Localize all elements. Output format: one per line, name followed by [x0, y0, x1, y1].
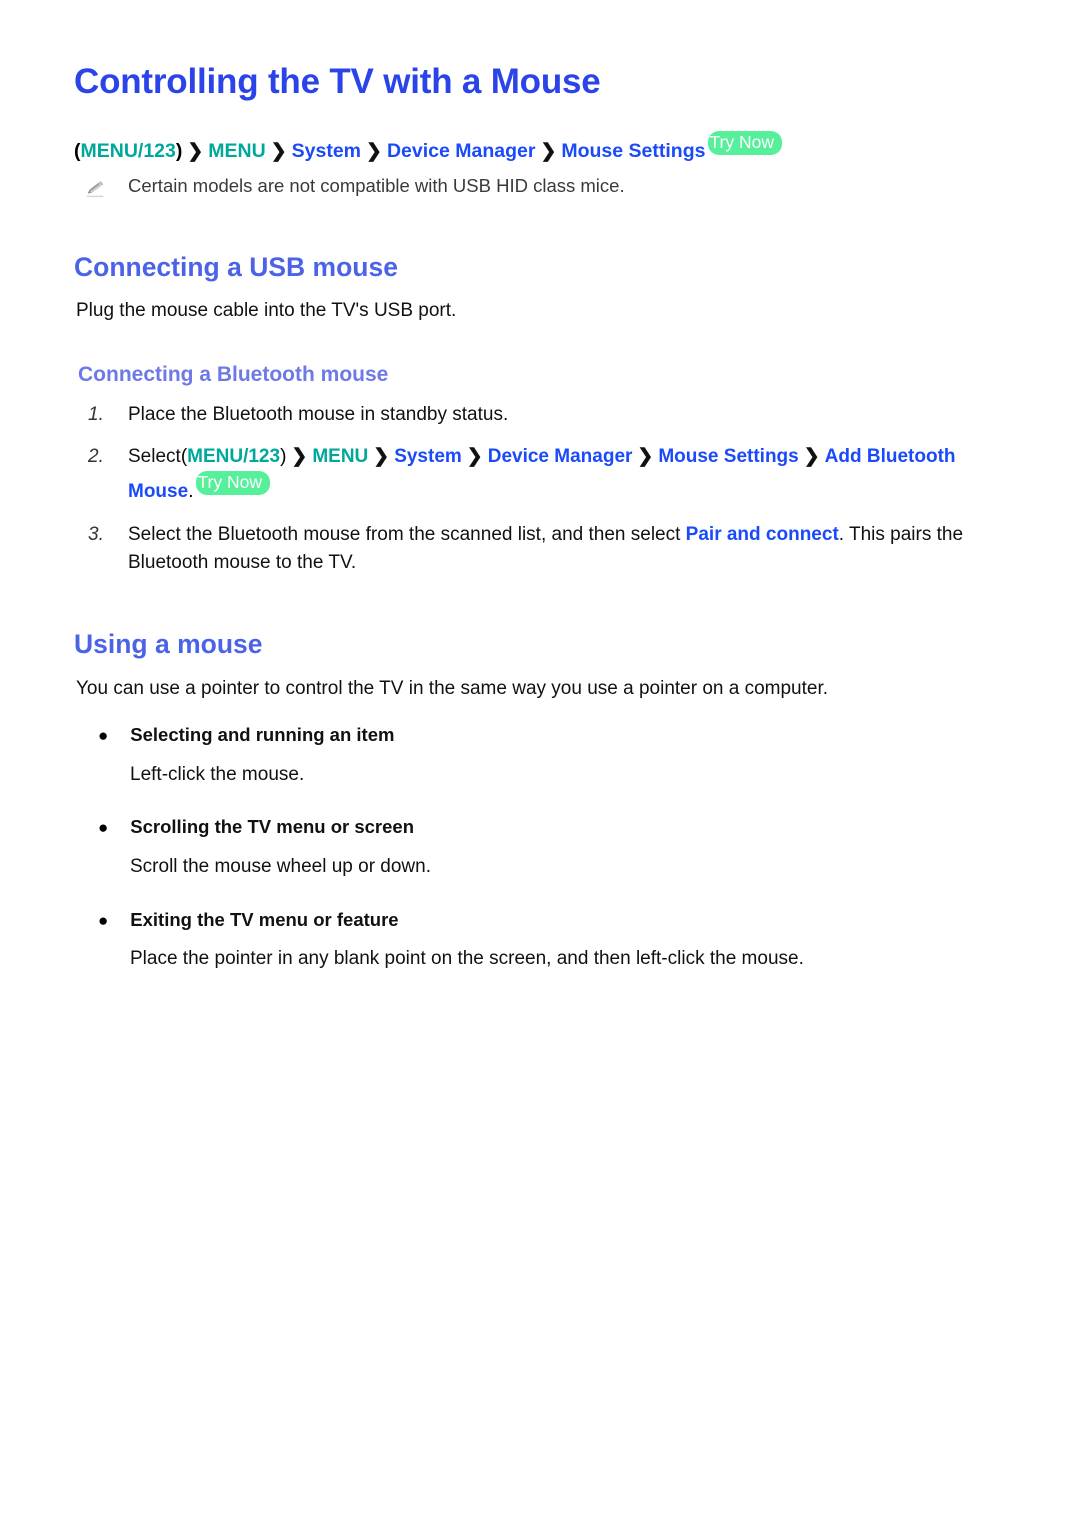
breadcrumb-item-menu123[interactable]: MENU/123 [81, 140, 176, 162]
list-item: ● Scrolling the TV menu or screen Scroll… [74, 813, 1008, 881]
step-number: 1. [88, 404, 104, 426]
breadcrumb-separator-icon: ❯ [187, 141, 204, 163]
try-now-badge[interactable]: Try Now [708, 131, 782, 156]
breadcrumb-item-mouse-settings[interactable]: Mouse Settings [561, 140, 705, 162]
step2-item-menu[interactable]: MENU [312, 446, 368, 467]
link-pair-and-connect[interactable]: Pair and connect [686, 524, 839, 545]
step2-item-menu123[interactable]: MENU/123 [187, 446, 280, 467]
breadcrumb-separator-icon: ❯ [291, 446, 308, 468]
list-item: ● Exiting the TV menu or feature Place t… [74, 906, 1008, 974]
breadcrumb-separator-icon: ❯ [270, 141, 287, 163]
heading-using-a-mouse: Using a mouse [74, 628, 263, 659]
bluetooth-steps-list: 1. Place the Bluetooth mouse in standby … [74, 401, 1008, 577]
bullet-title: Exiting the TV menu or feature [130, 908, 399, 930]
step-item: 2. Select(MENU/123) ❯ MENU ❯ System ❯ Device M… [84, 443, 1008, 506]
list-item: ● Selecting and running an item Left-cli… [74, 721, 1008, 789]
breadcrumb-separator-icon: ❯ [373, 446, 390, 468]
try-now-badge[interactable]: Try Now [196, 471, 270, 496]
heading-connecting-bluetooth-mouse: Connecting a Bluetooth mouse [78, 362, 389, 386]
document-page: Controlling the TV with a Mouse (MENU/12… [0, 0, 1080, 1527]
step-item: 1. Place the Bluetooth mouse in standby … [84, 401, 1008, 429]
breadcrumb-item-system[interactable]: System [292, 140, 361, 162]
bullet-title: Scrolling the TV menu or screen [130, 816, 415, 838]
note-text: Certain models are not compatible with U… [128, 174, 625, 196]
step2-item-mouse-settings[interactable]: Mouse Settings [658, 446, 798, 467]
bullet-description: Place the pointer in any blank point on … [130, 948, 804, 970]
mouse-actions-list: ● Selecting and running an item Left-cli… [74, 721, 1008, 974]
bullet-dot-icon: ● [98, 818, 109, 838]
step-text: Select(MENU/123) ❯ MENU ❯ System ❯ Device Mana… [128, 443, 1008, 506]
heading-connecting-usb-mouse: Connecting a USB mouse [74, 251, 398, 282]
breadcrumb-separator-icon: ❯ [803, 446, 820, 468]
bullet-dot-icon: ● [98, 910, 109, 930]
page-title: Controlling the TV with a Mouse [74, 62, 601, 101]
step-text: Place the Bluetooth mouse in standby sta… [128, 404, 509, 426]
breadcrumb-item-device-manager[interactable]: Device Manager [387, 140, 536, 162]
step3-text-before: Select the Bluetooth mouse from the scan… [128, 523, 686, 545]
step2-item-device-manager[interactable]: Device Manager [488, 446, 633, 467]
step-number: 2. [88, 446, 104, 468]
bullet-head: ● Selecting and running an item [98, 721, 1008, 749]
breadcrumb-separator-icon: ❯ [366, 141, 382, 163]
step2-item-system[interactable]: System [394, 446, 462, 467]
bullet-description: Left-click the mouse. [130, 763, 305, 785]
bullet-head: ● Scrolling the TV menu or screen [98, 813, 1008, 841]
bullet-dot-icon: ● [98, 726, 109, 746]
bullet-description: Scroll the mouse wheel up or down. [130, 856, 431, 878]
breadcrumb: (MENU/123) ❯ MENU ❯ System ❯ Device Manager ❯ Mo… [74, 131, 1008, 167]
bullet-title: Selecting and running an item [130, 724, 395, 746]
step2-lead: Select [128, 446, 181, 468]
step-text: Select the Bluetooth mouse from the scan… [128, 521, 1008, 577]
breadcrumb-separator-icon: ❯ [540, 141, 557, 163]
paragraph-usb: Plug the mouse cable into the TV's USB p… [76, 300, 457, 322]
step2-period: . [188, 481, 194, 503]
breadcrumb-item-menu[interactable]: MENU [208, 140, 265, 162]
breadcrumb-separator-icon: ❯ [637, 446, 654, 468]
bullet-head: ● Exiting the TV menu or feature [98, 906, 1008, 934]
pencil-icon [84, 177, 106, 199]
step-number: 3. [88, 523, 104, 545]
step-item: 3. Select the Bluetooth mouse from the s… [84, 521, 1008, 577]
paragraph-using-a-mouse: You can use a pointer to control the TV … [76, 677, 829, 699]
note-row: Certain models are not compatible with U… [84, 173, 1008, 200]
breadcrumb-separator-icon: ❯ [466, 446, 483, 468]
